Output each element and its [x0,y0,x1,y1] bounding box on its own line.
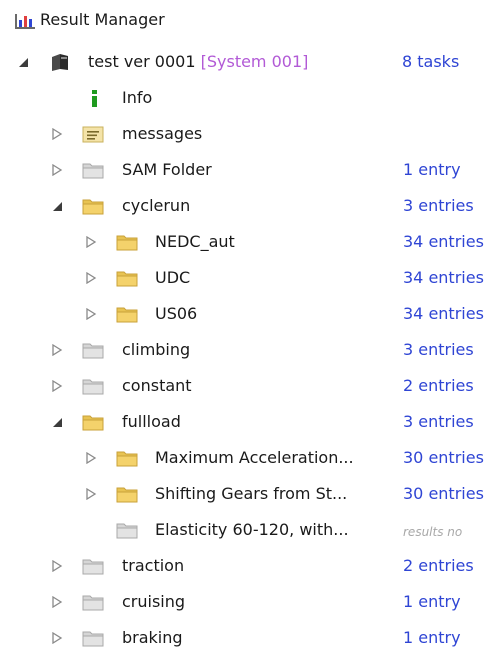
gray-folder-icon [82,595,104,611]
tree-root-label: Result Manager [40,10,165,29]
tree-item-udc[interactable]: UDC 34 entries [0,264,501,292]
collapsed-triangle-icon[interactable] [85,236,97,248]
result-manager-tree: Result Manager test ver 0001 [System 001… [0,0,501,652]
tree-item-nedc-aut[interactable]: NEDC_aut 34 entries [0,228,501,256]
entry-count: 3 entries [403,340,474,359]
entry-count: 34 entries [403,304,484,323]
entry-count: 1 entry [403,628,461,647]
entry-count: 34 entries [403,232,484,251]
tree-item-us06[interactable]: US06 34 entries [0,300,501,328]
expanded-triangle-icon[interactable] [17,56,29,68]
tree-item-label: traction [122,556,185,575]
tree-project-test-ver-0001[interactable]: test ver 0001 [System 001] 8 tasks [0,48,501,76]
collapsed-triangle-icon[interactable] [51,632,63,644]
result-manager-icon [15,14,35,29]
tree-item-label: SAM Folder [122,160,212,179]
entry-count: 1 entry [403,592,461,611]
entry-count: 3 entries [403,196,474,215]
tree-item-elasticity[interactable]: Elasticity 60-120, with... results no [0,516,501,544]
tree-item-constant[interactable]: constant 2 entries [0,372,501,400]
tree-item-fullload[interactable]: fullload 3 entries [0,408,501,436]
tree-item-label: Shifting Gears from St... [155,484,348,503]
collapsed-triangle-icon[interactable] [51,164,63,176]
collapsed-triangle-icon[interactable] [85,488,97,500]
tree-item-messages[interactable]: messages [0,120,501,148]
tree-item-label: Maximum Acceleration... [155,448,354,467]
tree-item-label: Elasticity 60-120, with... [155,520,349,539]
gray-folder-icon [82,163,104,179]
entry-count: 1 entry [403,160,461,179]
tree-item-climbing[interactable]: climbing 3 entries [0,336,501,364]
gray-folder-icon [82,343,104,359]
yellow-folder-icon [116,235,138,251]
entry-count: 2 entries [403,376,474,395]
info-icon [92,90,97,107]
tree-item-braking[interactable]: braking 1 entry [0,624,501,652]
yellow-folder-icon [116,307,138,323]
collapsed-triangle-icon[interactable] [51,596,63,608]
tree-item-label: UDC [155,268,191,287]
project-name: test ver 0001 [88,52,196,71]
project-book-icon [52,54,68,71]
yellow-folder-icon [116,271,138,287]
collapsed-triangle-icon[interactable] [85,308,97,320]
tree-item-label: fullload [122,412,181,431]
entry-count: 30 entries [403,448,484,467]
entry-count: 30 entries [403,484,484,503]
collapsed-triangle-icon[interactable] [51,560,63,572]
tree-item-label: NEDC_aut [155,232,235,251]
expanded-triangle-icon[interactable] [51,200,63,212]
tree-item-cyclerun[interactable]: cyclerun 3 entries [0,192,501,220]
collapsed-triangle-icon[interactable] [51,128,63,140]
collapsed-triangle-icon[interactable] [51,380,63,392]
project-task-count: 8 tasks [402,52,460,71]
tree-root-result-manager[interactable]: Result Manager [0,6,501,34]
tree-item-sam-folder[interactable]: SAM Folder 1 entry [0,156,501,184]
messages-folder-icon [82,126,104,143]
tree-item-label: cyclerun [122,196,191,215]
gray-folder-icon [116,523,138,539]
tree-item-info[interactable]: Info [0,84,501,112]
tree-item-label: braking [122,628,183,647]
tree-item-label: constant [122,376,192,395]
tree-item-label: climbing [122,340,191,359]
results-note: results no [403,525,463,539]
entry-count: 3 entries [403,412,474,431]
tree-item-label: Info [122,88,153,107]
yellow-folder-icon [82,199,104,215]
tree-item-label: messages [122,124,203,143]
tree-item-shifting-gears[interactable]: Shifting Gears from St... 30 entries [0,480,501,508]
yellow-folder-icon [116,487,138,503]
entry-count: 2 entries [403,556,474,575]
tree-item-label: US06 [155,304,198,323]
tree-item-cruising[interactable]: cruising 1 entry [0,588,501,616]
yellow-folder-icon [82,415,104,431]
tree-item-traction[interactable]: traction 2 entries [0,552,501,580]
gray-folder-icon [82,379,104,395]
collapsed-triangle-icon[interactable] [51,344,63,356]
expanded-triangle-icon[interactable] [51,416,63,428]
tree-item-label: cruising [122,592,186,611]
gray-folder-icon [82,631,104,647]
collapsed-triangle-icon[interactable] [85,272,97,284]
yellow-folder-icon [116,451,138,467]
collapsed-triangle-icon[interactable] [85,452,97,464]
gray-folder-icon [82,559,104,575]
project-system-tag: [System 001] [200,52,309,71]
entry-count: 34 entries [403,268,484,287]
tree-item-maximum-acceleration[interactable]: Maximum Acceleration... 30 entries [0,444,501,472]
